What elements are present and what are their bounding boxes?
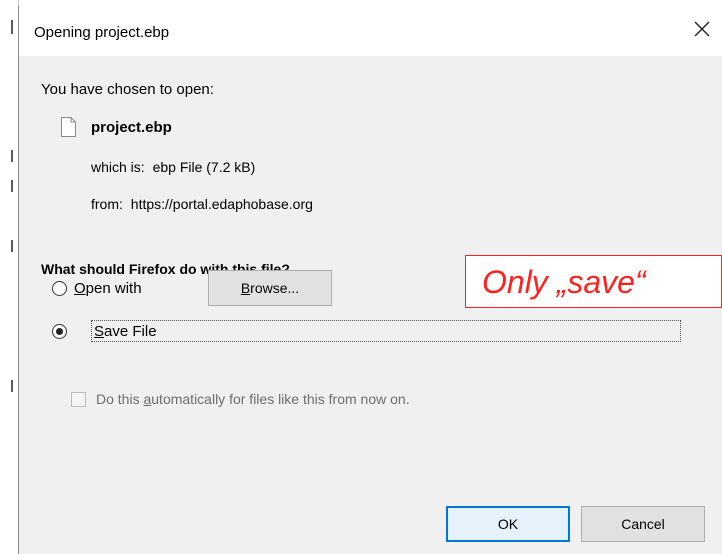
intro-text: You have chosen to open: — [41, 81, 214, 98]
annotation-callout: Only „save“ — [465, 255, 722, 308]
dialog-title: Opening project.ebp — [34, 24, 170, 41]
open-with-label[interactable]: Open with — [74, 280, 142, 297]
source-row: from: https://portal.edaphobase.org — [91, 196, 313, 212]
strip-mark — [11, 240, 13, 252]
which-is-label: which is: — [91, 159, 145, 175]
file-icon — [61, 117, 76, 137]
strip-mark — [11, 20, 13, 34]
strip-mark — [11, 380, 13, 392]
background-window-strip — [0, 0, 19, 554]
dialog-titlebar: Opening project.ebp — [19, 6, 722, 56]
auto-action-checkbox[interactable] — [71, 392, 86, 407]
save-file-focus-rect — [91, 320, 681, 342]
strip-mark — [11, 150, 13, 162]
annotation-text: Only „save“ — [482, 264, 646, 300]
file-type-value: ebp File (7.2 kB) — [152, 159, 256, 175]
browse-button[interactable]: Browse... — [208, 270, 332, 306]
auto-action-label[interactable]: Do this automatically for files like thi… — [96, 391, 410, 407]
from-label: from: — [91, 196, 123, 212]
save-file-radio[interactable] — [52, 324, 67, 339]
cancel-button[interactable]: Cancel — [581, 506, 705, 542]
file-name: project.ebp — [91, 119, 172, 136]
close-icon[interactable] — [693, 20, 711, 38]
file-type-row: which is: ebp File (7.2 kB) — [91, 159, 255, 175]
open-with-radio[interactable] — [52, 281, 67, 296]
save-file-label[interactable]: Save File — [94, 323, 157, 340]
source-url: https://portal.edaphobase.org — [130, 196, 313, 212]
ok-button[interactable]: OK — [446, 506, 570, 542]
strip-mark — [11, 180, 13, 192]
